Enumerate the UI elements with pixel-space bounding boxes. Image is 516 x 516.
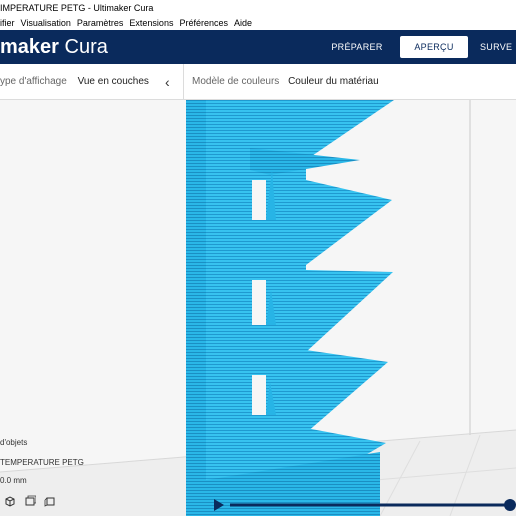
view-type-value: Vue en couches: [77, 76, 149, 87]
app-logo: maker Cura: [0, 30, 108, 64]
menu-item-settings[interactable]: Paramètres: [77, 16, 124, 30]
color-scheme-label: Modèle de couleurs: [192, 76, 280, 87]
cube-icon[interactable]: [4, 495, 16, 507]
overhang-4: [306, 270, 393, 352]
overhang-5: [306, 350, 388, 433]
play-icon[interactable]: [214, 499, 224, 511]
overhang-3: [306, 180, 392, 265]
slider-handle[interactable]: [504, 499, 516, 511]
overhang-1: [306, 100, 394, 160]
gap-1: [252, 180, 266, 220]
layer-view-canvas: [0, 100, 516, 516]
cube-front-icon[interactable]: [24, 495, 36, 507]
color-scheme-selector[interactable]: Modèle de couleurs Couleur du matériau: [192, 64, 379, 100]
color-scheme-value: Couleur du matériau: [288, 76, 379, 87]
view-type-label: ype d'affichage: [0, 76, 67, 87]
app-header: maker Cura PRÉPARER APERÇU SURVE: [0, 30, 516, 64]
window-titlebar: IMPERATURE PETG - Ultimaker Cura: [0, 0, 516, 16]
menu-item-help[interactable]: Aide: [234, 16, 252, 30]
object-dimension: 0.0 mm: [0, 476, 27, 485]
gap-2: [252, 280, 266, 325]
menu-item-preferences[interactable]: Préférences: [179, 16, 228, 30]
object-count-label: d'objets: [0, 438, 28, 447]
logo-brand: maker: [0, 36, 59, 58]
menu-bar: ifier Visualisation Paramètres Extension…: [0, 16, 516, 30]
camera-view-buttons: [4, 495, 56, 507]
object-name: TEMPERATURE PETG: [0, 458, 84, 467]
logo-product: Cura: [64, 36, 108, 58]
gap-3: [252, 375, 266, 415]
tab-preview[interactable]: APERÇU: [400, 36, 468, 58]
menu-item-edit[interactable]: ifier: [0, 16, 15, 30]
tab-prepare[interactable]: PRÉPARER: [322, 36, 392, 58]
chevron-left-icon[interactable]: ‹: [165, 64, 170, 100]
menu-item-extensions[interactable]: Extensions: [129, 16, 173, 30]
view-type-selector[interactable]: ype d'affichage Vue en couches ‹: [0, 64, 184, 100]
view-options-bar: ype d'affichage Vue en couches ‹ Modèle …: [0, 64, 516, 100]
tab-monitor[interactable]: SURVE: [480, 36, 516, 58]
cube-side-icon[interactable]: [44, 495, 56, 507]
layer-slider[interactable]: [212, 498, 516, 512]
window-title: IMPERATURE PETG - Ultimaker Cura: [0, 3, 154, 13]
menu-item-view[interactable]: Visualisation: [21, 16, 71, 30]
stage-tabs: PRÉPARER APERÇU SURVE: [322, 36, 516, 58]
3d-viewport[interactable]: [0, 100, 516, 516]
